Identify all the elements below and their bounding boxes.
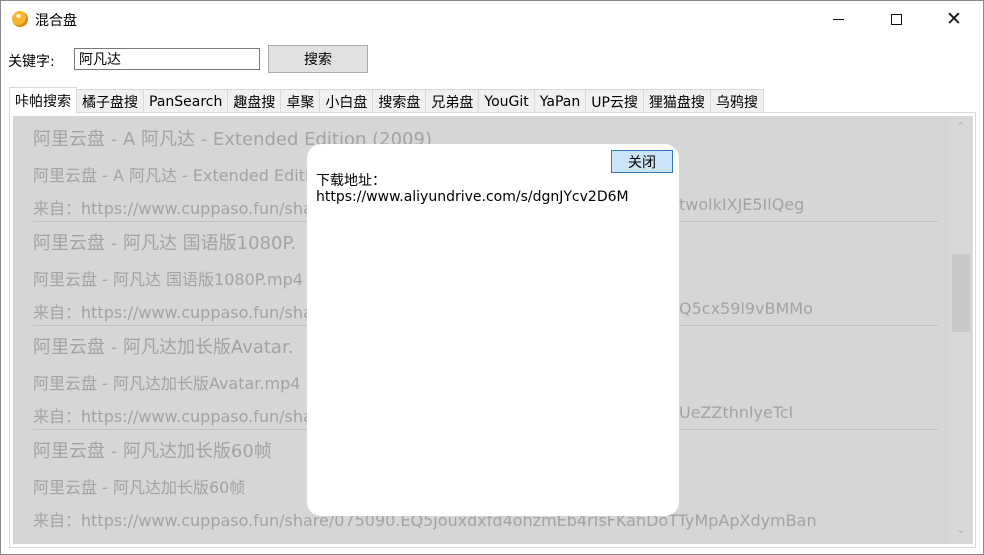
tab-wuyasou[interactable]: 乌鸦搜 (709, 89, 764, 113)
result-subtitle: 阿里云盘 - 阿凡达 国语版1080P.mp4 (33, 270, 303, 289)
tab-yougit[interactable]: YouGit (478, 89, 535, 113)
result-source[interactable]: 来自：https://www.cuppaso.fun/sha (33, 195, 313, 219)
result-source-tail[interactable]: twolkIXJE5IlQeg (679, 195, 804, 214)
keyword-input[interactable] (74, 48, 260, 70)
result-title[interactable]: 阿里云盘 - 阿凡达加长版Avatar. (33, 333, 293, 359)
result-source[interactable]: 来自：https://www.cuppaso.fun/sha (33, 403, 313, 427)
scroll-thumb[interactable] (952, 254, 970, 332)
close-icon: ✕ (946, 8, 962, 30)
tab-zhuoju[interactable]: 卓聚 (280, 89, 321, 113)
source-tabs: 咔帕搜索 橘子盘搜 PanSearch 趣盘搜 卓聚 小白盘 搜索盘 兄弟盘 Y… (9, 87, 764, 113)
tab-sousuopan[interactable]: 搜索盘 (372, 89, 427, 113)
result-source-tail[interactable]: UeZZthnlyeTcl (679, 403, 793, 422)
download-url[interactable]: https://www.aliyundrive.com/s/dgnJYcv2D6… (316, 189, 629, 205)
tab-juzi-pansou[interactable]: 橘子盘搜 (76, 89, 144, 113)
tab-yapan[interactable]: YaPan (533, 89, 587, 113)
app-logo-icon (12, 11, 28, 27)
tab-limao-pansou[interactable]: 狸猫盘搜 (642, 89, 711, 113)
tab-xiaobaipan[interactable]: 小白盘 (319, 89, 374, 113)
tab-qupansou[interactable]: 趣盘搜 (227, 89, 282, 113)
scroll-down-icon[interactable]: ⌄ (949, 522, 973, 540)
app-window: 混合盘 ✕ 关键字: 搜索 咔帕搜索 橘子盘搜 PanSearch 趣盘搜 卓聚… (0, 0, 984, 555)
keyword-label: 关键字: (8, 54, 55, 70)
download-dialog: 关闭 下载地址： https://www.aliyundrive.com/s/d… (307, 144, 679, 516)
tab-xiongdipan[interactable]: 兄弟盘 (425, 89, 480, 113)
title-bar: 混合盘 ✕ (1, 1, 983, 38)
result-subtitle: 阿里云盘 - A 阿凡达 - Extended Editi (33, 166, 310, 185)
search-button[interactable]: 搜索 (268, 45, 368, 73)
scroll-up-icon[interactable]: ⌃ (949, 120, 973, 138)
tab-kapa-search[interactable]: 咔帕搜索 (9, 87, 77, 113)
results-scrollbar[interactable]: ⌃ ⌄ (949, 116, 973, 544)
download-address-label: 下载地址： (316, 173, 386, 189)
window-title: 混合盘 (35, 13, 77, 29)
tab-pansearch[interactable]: PanSearch (143, 89, 229, 113)
minimize-icon (832, 19, 844, 20)
minimize-button[interactable] (809, 1, 867, 38)
maximize-button[interactable] (867, 1, 925, 38)
result-title[interactable]: 阿里云盘 - 阿凡达 国语版1080P. (33, 229, 296, 255)
tab-up-yunsou[interactable]: UP云搜 (585, 89, 644, 113)
result-subtitle: 阿里云盘 - 阿凡达加长版60帧 (33, 478, 246, 497)
close-window-button[interactable]: ✕ (925, 1, 983, 38)
result-source-tail[interactable]: Q5cx59l9vBMMo (679, 299, 813, 318)
result-subtitle: 阿里云盘 - 阿凡达加长版Avatar.mp4 (33, 374, 301, 393)
maximize-icon (890, 14, 902, 25)
result-title[interactable]: 阿里云盘 - 阿凡达加长版60帧 (33, 437, 272, 463)
dialog-close-button[interactable]: 关闭 (611, 150, 673, 173)
result-source[interactable]: 来自：https://www.cuppaso.fun/sha (33, 299, 313, 323)
